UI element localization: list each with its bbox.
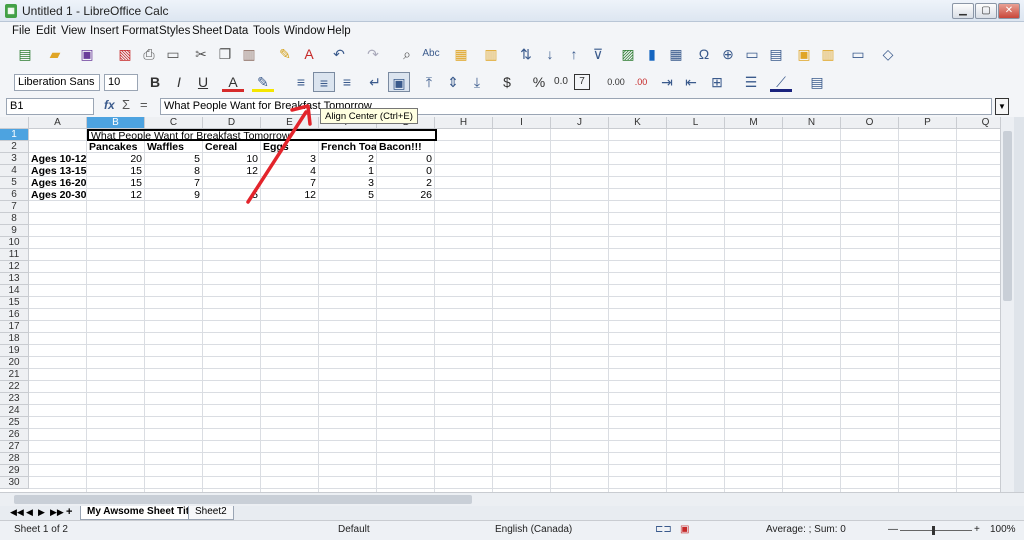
zoom-out-button[interactable]: — xyxy=(888,524,898,535)
sidebar-strip[interactable] xyxy=(1014,117,1024,492)
tooltip: Align Center (Ctrl+E) xyxy=(320,108,418,124)
zoom-in-button[interactable]: + xyxy=(974,524,980,535)
sum-status: Average: ; Sum: 0 xyxy=(766,524,846,535)
vertical-scrollbar[interactable] xyxy=(1000,117,1014,492)
status-bar: Sheet 1 of 2 Default English (Canada) ⊏⊐… xyxy=(0,520,1024,540)
add-sheet-button[interactable]: + xyxy=(66,506,72,518)
document-modified-icon: ▣ xyxy=(680,524,690,535)
sheet-tab-bar: ◀◀ ◀ ▶ ▶▶ + My Awsome Sheet Title Sheet2 xyxy=(0,506,1024,520)
horizontal-scrollbar[interactable] xyxy=(0,492,1024,506)
language-status[interactable]: English (Canada) xyxy=(495,524,572,535)
annotation-arrow xyxy=(246,104,312,204)
hscroll-thumb[interactable] xyxy=(14,495,472,504)
scroll-thumb[interactable] xyxy=(1003,131,1012,301)
zoom-slider[interactable] xyxy=(900,530,972,531)
zoom-slider-handle[interactable] xyxy=(932,526,935,535)
page-style: Default xyxy=(338,524,370,535)
prev-sheet-button[interactable]: ◀ xyxy=(26,507,33,518)
last-sheet-button[interactable]: ▶▶ xyxy=(50,507,64,518)
first-sheet-button[interactable]: ◀◀ xyxy=(10,507,24,518)
next-sheet-button[interactable]: ▶ xyxy=(38,507,45,518)
selection-mode-icon[interactable]: ⊏⊐ xyxy=(655,524,672,535)
sheet-tab[interactable]: Sheet2 xyxy=(188,506,234,520)
zoom-level[interactable]: 100% xyxy=(990,524,1016,535)
sheet-tab-active[interactable]: My Awsome Sheet Title xyxy=(80,506,205,520)
sheet-status: Sheet 1 of 2 xyxy=(14,524,68,535)
